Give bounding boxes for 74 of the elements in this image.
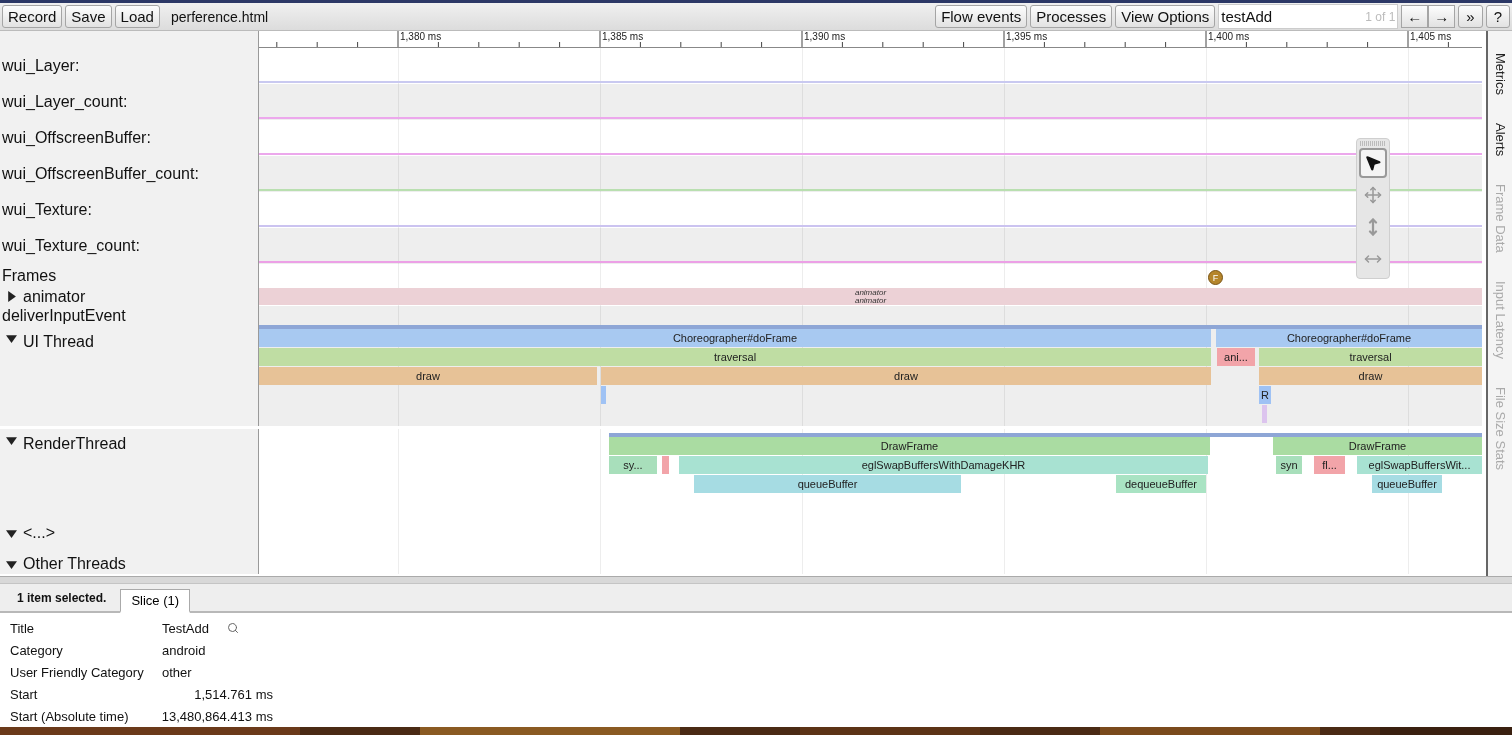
property-name: Start	[10, 686, 39, 702]
collapsed-triangle-icon[interactable]	[6, 291, 17, 302]
property-name: Start (Absolute time)	[10, 708, 130, 724]
track-label: wui_OffscreenBuffer_count:	[2, 165, 199, 183]
trace-slice[interactable]: queueBuffer	[1372, 475, 1442, 493]
trace-slice[interactable]: DrawFrame	[1273, 437, 1482, 455]
property-name: User Friendly Category	[10, 664, 145, 680]
track-label: Other Threads	[23, 555, 126, 573]
tab[interactable]: Slice (1)	[120, 589, 191, 613]
track-label: wui_Layer_count:	[2, 93, 128, 111]
toolbar-button[interactable]: »	[1458, 5, 1483, 28]
property-name: Category	[10, 642, 64, 658]
toolbar-button[interactable]: Record	[2, 5, 63, 28]
toolbar-button[interactable]: ?	[1485, 5, 1510, 28]
trace-slice[interactable]: ani...	[1217, 348, 1255, 366]
trace-slice[interactable]: traversal	[1259, 348, 1482, 366]
nav-button[interactable]: →	[1428, 5, 1456, 28]
expanded-triangle-icon[interactable]	[6, 435, 17, 446]
toolbar-button[interactable]: Flow events	[935, 5, 1028, 28]
trace-slice[interactable]: eglSwapBuffersWithDamageKHR	[679, 456, 1208, 474]
property-value: TestAdd	[162, 620, 209, 636]
trace-slice[interactable]: eglSwapBuffersWit...	[1357, 456, 1482, 474]
property-value: android	[162, 642, 206, 658]
track-label: wui_Texture:	[2, 201, 92, 219]
property-value: 1,514.761 ms	[194, 686, 273, 702]
trace-slice[interactable]: Choreographer#doFrame	[1216, 329, 1482, 347]
side-tab[interactable]: Metrics	[1492, 51, 1508, 97]
pointer-icon	[1364, 154, 1382, 172]
track-label: animator	[23, 287, 86, 306]
toolbar-button[interactable]: View Options	[1115, 5, 1216, 28]
move-icon	[1364, 186, 1382, 204]
trace-slice[interactable]: draw	[1259, 367, 1482, 385]
toolbar-button[interactable]: Save	[65, 5, 112, 28]
track-label: RenderThread	[23, 435, 127, 453]
trace-slice[interactable]: dequeueBuffer	[1116, 475, 1206, 493]
tool-button[interactable]	[1359, 148, 1387, 178]
selection-summary: 1 item selected.	[17, 591, 107, 605]
property-name: Title	[10, 620, 36, 636]
expanded-triangle-icon[interactable]	[6, 558, 17, 570]
trace-slice[interactable]: DrawFrame	[609, 437, 1210, 455]
toolbar-button[interactable]: Load	[114, 5, 160, 28]
trace-slice[interactable]: R	[1259, 386, 1271, 404]
trace-slice[interactable]: draw	[259, 367, 597, 385]
tick-label: 1,390 ms	[804, 31, 846, 42]
trace-slice[interactable]: queueBuffer	[694, 475, 961, 493]
track-label: Frames	[2, 266, 57, 285]
tick-label: 1,395 ms	[1006, 31, 1048, 42]
tick-label: 1,380 ms	[400, 31, 442, 42]
side-tab[interactable]: Alerts	[1492, 120, 1508, 159]
trace-slice[interactable]: traversal	[259, 348, 1211, 366]
collapsed-slice-bar[interactable]: animator animator	[259, 288, 1482, 305]
nav-button[interactable]: ←	[1401, 5, 1429, 28]
trace-slice[interactable]: fl...	[1314, 456, 1345, 474]
track-label: <...>	[23, 524, 56, 542]
property-value: 13,480,864.413 ms	[161, 708, 273, 724]
match-count: 1 of 1	[1365, 10, 1396, 24]
toolbar-button[interactable]: Processes	[1030, 5, 1113, 28]
track-label: wui_OffscreenBuffer:	[2, 129, 151, 147]
file-name: perference.html	[170, 8, 269, 25]
trace-slice[interactable]: syn	[1276, 456, 1302, 474]
expanded-triangle-icon[interactable]	[6, 527, 17, 539]
track-label: wui_Texture_count:	[2, 237, 140, 255]
property-value: other	[162, 664, 192, 680]
tick-label: 1,405 ms	[1410, 31, 1452, 42]
trace-slice[interactable]: sy...	[609, 456, 657, 474]
track-label: UI Thread	[23, 333, 94, 351]
trace-slice[interactable]: Choreographer#doFrame	[259, 329, 1211, 347]
expanded-triangle-icon[interactable]	[6, 333, 17, 344]
trace-slice[interactable]: draw	[601, 367, 1211, 385]
tick-label: 1,385 ms	[602, 31, 644, 42]
tick-label: 1,400 ms	[1208, 31, 1250, 42]
search-icon[interactable]	[227, 622, 239, 634]
track-label: deliverInputEvent	[2, 306, 126, 325]
track-label: wui_Layer:	[2, 57, 80, 75]
